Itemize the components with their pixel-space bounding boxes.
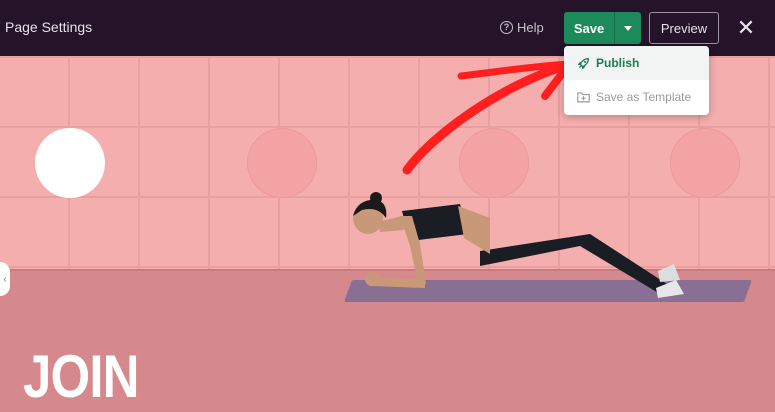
preview-button[interactable]: Preview <box>649 12 719 44</box>
help-icon: ? <box>500 21 513 34</box>
help-label: Help <box>517 20 544 35</box>
help-button[interactable]: ? Help <box>500 20 544 35</box>
publish-label: Publish <box>596 56 640 70</box>
save-button-group: Save <box>564 12 641 44</box>
join-headline: JOIN <box>23 343 139 410</box>
save-dropdown-menu: Publish Save as Template <box>564 46 709 115</box>
close-icon[interactable]: ✕ <box>736 15 756 40</box>
rocket-icon <box>576 56 590 70</box>
publish-menu-item[interactable]: Publish <box>564 46 709 80</box>
white-circle-decoration <box>35 128 105 198</box>
save-as-template-label: Save as Template <box>596 90 692 104</box>
save-button[interactable]: Save <box>564 12 614 44</box>
circle-decoration <box>247 128 317 198</box>
save-as-template-menu-item[interactable]: Save as Template <box>564 80 709 114</box>
caret-down-icon <box>624 25 632 31</box>
template-icon <box>576 90 590 104</box>
save-options-toggle[interactable] <box>614 12 641 44</box>
plank-woman-image <box>353 192 684 298</box>
chevron-left-icon: ‹ <box>3 273 7 285</box>
sidebar-collapse-handle[interactable]: ‹ <box>0 262 10 296</box>
page-title: Page Settings <box>5 19 93 35</box>
